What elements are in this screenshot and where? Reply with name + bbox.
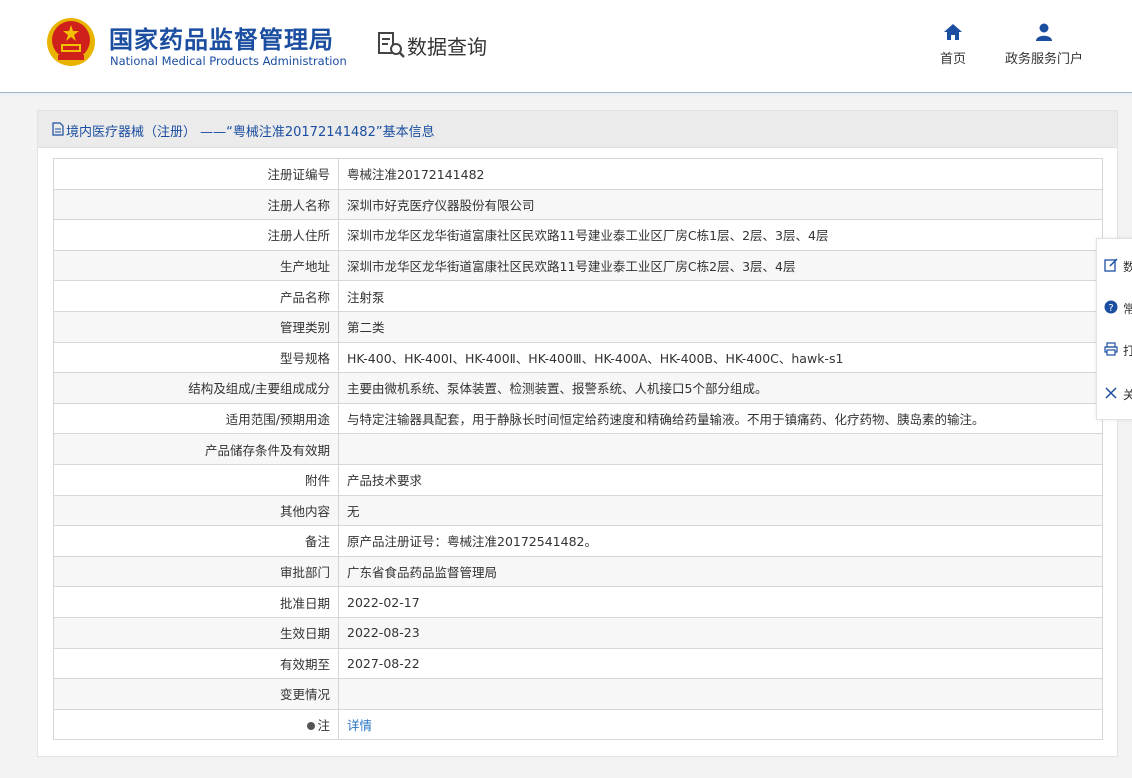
row-value: 第二类 [338, 310, 1103, 343]
sidebar-faq-label: 常 [1123, 302, 1132, 316]
row-label: 其他内容 [53, 494, 339, 527]
info-table: 注册证编号 粤械注准20172141482 注册人名称 深圳市好克医疗仪器股份有限公司… [53, 158, 1103, 741]
row-value: 深圳市好克医疗仪器股份有限公司 [338, 188, 1103, 221]
row-label: 型号规格 [53, 341, 339, 374]
row-label-note: 注 [53, 708, 339, 741]
row-value: 2027-08-22 [338, 647, 1103, 680]
row-label: 变更情况 [53, 678, 339, 710]
edit-icon [1104, 258, 1118, 272]
user-icon [1036, 23, 1052, 41]
table-row: 有效期至 2027-08-22 [53, 647, 1103, 680]
table-row: 管理类别 第二类 [53, 310, 1103, 343]
note-bullet-icon [307, 722, 316, 731]
panel-title: 境内医疗器械（注册） ——“粤械注准20172141482”基本信息 [66, 125, 435, 140]
table-row: 注册证编号 粤械注准20172141482 [53, 158, 1103, 190]
sidebar-data-label: 数 [1123, 260, 1132, 274]
row-label: 管理类别 [53, 310, 339, 343]
document-icon [52, 122, 64, 136]
detail-panel: 境内医疗器械（注册） ——“粤械注准20172141482”基本信息 注册证编号… [37, 110, 1118, 757]
table-row: 产品名称 注射泵 [53, 280, 1103, 312]
row-label: 注册人住所 [53, 219, 339, 251]
table-row: 备注 原产品注册证号：粤械注准20172541482。 [53, 525, 1103, 557]
table-row: 适用范围/预期用途 与特定注输器具配套，用于静脉长时间恒定给药速度和精确给药量输液… [53, 402, 1103, 435]
site-logo-title: 国家药品监督管理局 [109, 26, 334, 54]
row-value: 2022-02-17 [338, 586, 1103, 618]
question-icon: ? [1104, 300, 1118, 314]
close-icon [1105, 387, 1117, 399]
svg-text:?: ? [1108, 303, 1113, 314]
data-query-icon [378, 32, 405, 58]
national-emblem-icon [47, 18, 95, 66]
floating-sidebar: 数 ? 常 打 关 [1096, 238, 1132, 420]
table-row: 生效日期 2022-08-23 [53, 616, 1103, 649]
table-row: 生产地址 深圳市龙华区龙华街道富康社区民欢路11号建业泰工业区厂房C栋2层、3层、… [53, 249, 1103, 282]
home-icon [944, 24, 962, 40]
row-value: HK-400、HK-400Ⅰ、HK-400Ⅱ、HK-400Ⅲ、HK-400A、H… [338, 341, 1103, 374]
details-link[interactable]: 详情 [347, 718, 372, 733]
row-value: 深圳市龙华区龙华街道富康社区民欢路11号建业泰工业区厂房C栋1层、2层、3层、4… [338, 219, 1103, 251]
site-logo-subtitle: National Medical Products Administration [110, 54, 347, 68]
row-value: 2022-08-23 [338, 616, 1103, 649]
row-value: 无 [338, 494, 1103, 527]
table-row: 审批部门 广东省食品药品监督管理局 [53, 555, 1103, 588]
sidebar-data-button[interactable]: 数 [1097, 245, 1132, 285]
sidebar-close-label: 关 [1123, 388, 1132, 402]
row-label: 适用范围/预期用途 [53, 402, 339, 435]
row-value: 主要由微机系统、泵体装置、检测装置、报警系统、人机接口5个部分组成。 [338, 372, 1103, 404]
row-value: 粤械注准20172141482 [338, 158, 1103, 190]
sidebar-print-button[interactable]: 打 [1097, 329, 1132, 369]
row-label: 备注 [53, 525, 339, 557]
row-label: 审批部门 [53, 555, 339, 588]
row-value: 广东省食品药品监督管理局 [338, 555, 1103, 588]
table-row: 结构及组成/主要组成成分 主要由微机系统、泵体装置、检测装置、报警系统、人机接口5… [53, 372, 1103, 404]
nav-portal-label: 政务服务门户 [1004, 52, 1083, 67]
row-label: 生产地址 [53, 249, 339, 282]
nav-home-label: 首页 [939, 52, 966, 67]
nav-home-link[interactable]: 首页 [930, 22, 976, 67]
row-value: 原产品注册证号：粤械注准20172541482。 [338, 525, 1103, 557]
row-label: 附件 [53, 463, 339, 496]
note-label: 注 [317, 717, 330, 733]
row-value: 注射泵 [338, 280, 1103, 312]
table-row: 型号规格 HK-400、HK-400Ⅰ、HK-400Ⅱ、HK-400Ⅲ、HK-40… [53, 341, 1103, 374]
row-label: 注册证编号 [53, 158, 339, 190]
table-row: 注册人住所 深圳市龙华区龙华街道富康社区民欢路11号建业泰工业区厂房C栋1层、2层… [53, 219, 1103, 251]
row-label: 有效期至 [53, 647, 339, 680]
row-value: 深圳市龙华区龙华街道富康社区民欢路11号建业泰工业区厂房C栋2层、3层、4层 [338, 249, 1103, 282]
header-divider [0, 93, 1132, 96]
print-icon [1104, 342, 1118, 356]
row-value [338, 433, 1103, 465]
table-row: 变更情况 [53, 678, 1103, 710]
row-label: 产品储存条件及有效期 [53, 433, 339, 465]
table-row-note: 注 详情 [53, 708, 1103, 741]
table-row: 产品储存条件及有效期 [53, 433, 1103, 465]
row-value-note: 详情 [338, 708, 1103, 741]
row-label: 结构及组成/主要组成成分 [53, 372, 339, 404]
sidebar-print-label: 打 [1123, 344, 1132, 358]
row-label: 注册人名称 [53, 188, 339, 221]
row-label: 产品名称 [53, 280, 339, 312]
table-row: 其他内容无 [53, 494, 1103, 527]
row-value [338, 678, 1103, 710]
row-label: 批准日期 [53, 586, 339, 618]
sidebar-close-button[interactable]: 关 [1097, 373, 1132, 413]
panel-header: 境内医疗器械（注册） ——“粤械注准20172141482”基本信息 [38, 111, 1117, 148]
row-value: 产品技术要求 [338, 463, 1103, 496]
table-row: 批准日期 2022-02-17 [53, 586, 1103, 618]
row-label: 生效日期 [53, 616, 339, 649]
site-header: 国家药品监督管理局 National Medical Products Admi… [0, 0, 1132, 93]
nav-portal-link[interactable]: 政务服务门户 [998, 22, 1090, 67]
data-query-title: 数据查询 [407, 35, 487, 59]
sidebar-faq-button[interactable]: ? 常 [1097, 287, 1132, 327]
table-row: 附件 产品技术要求 [53, 463, 1103, 496]
table-row: 注册人名称 深圳市好克医疗仪器股份有限公司 [53, 188, 1103, 221]
row-value: 与特定注输器具配套，用于静脉长时间恒定给药速度和精确给药量输液。不用于镇痛药、化… [338, 402, 1103, 435]
